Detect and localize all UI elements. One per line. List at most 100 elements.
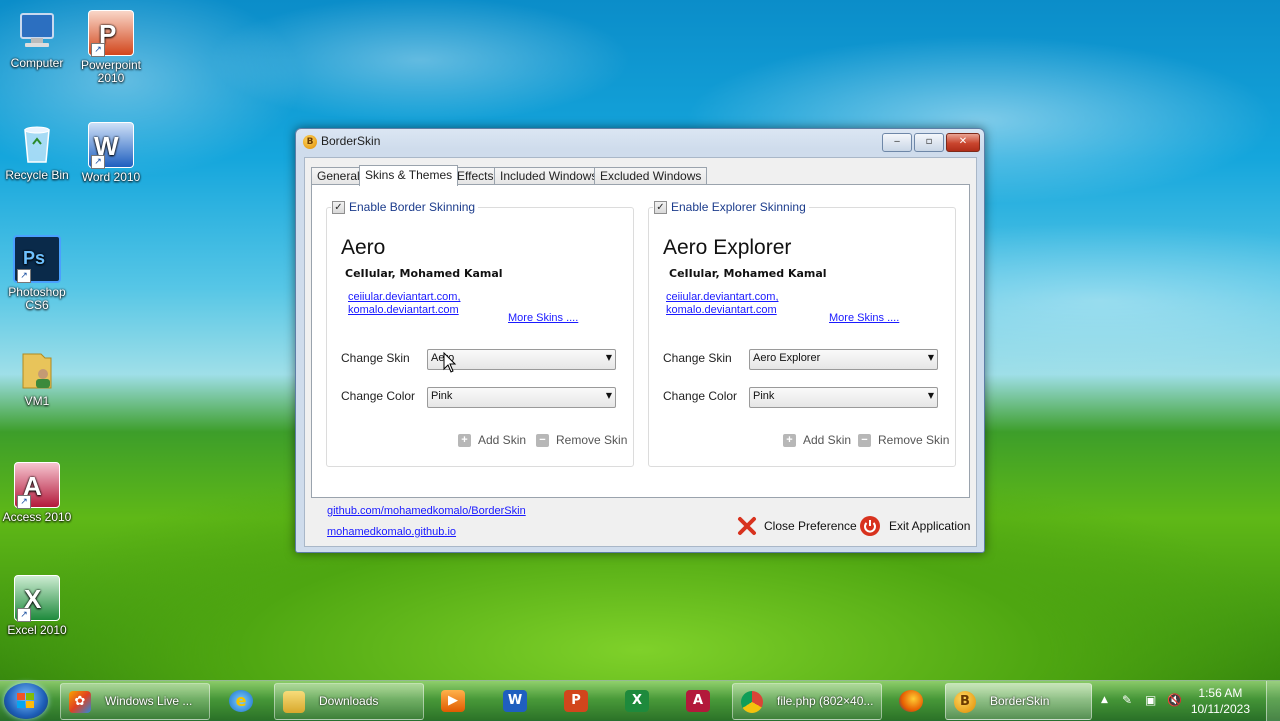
desktop-icon-computer[interactable]: Computer — [1, 10, 73, 70]
border-add-skin-label: Add Skin — [478, 433, 527, 447]
taskbar-word[interactable]: W — [487, 683, 543, 718]
border-change-color-select[interactable]: Pink ▼ — [427, 387, 616, 408]
enable-border-skinning-label: Enable Border Skinning — [349, 200, 476, 214]
taskbar-media-player[interactable]: ▶ — [425, 683, 481, 718]
explorer-change-color-label: Change Color — [663, 389, 738, 403]
border-author-link-1[interactable]: ceiiular.deviantart.com, — [348, 291, 461, 304]
close-preference-button[interactable]: Close Preference — [736, 515, 857, 537]
tab-general[interactable]: General — [311, 167, 366, 185]
folder-user-icon — [15, 348, 59, 392]
pen-icon[interactable]: ✎ — [1122, 693, 1132, 707]
enable-explorer-skinning-checkbox[interactable]: ✓ — [654, 200, 667, 214]
plus-icon: + — [783, 433, 796, 447]
desktop-icon-access[interactable]: A ↗ Access 2010 — [1, 462, 73, 524]
volume-muted-icon[interactable]: 🔇 — [1167, 693, 1182, 707]
website-link[interactable]: mohamedkomalo.github.io — [327, 526, 456, 538]
desktop-icon-powerpoint[interactable]: P ↗ Powerpoint 2010 — [75, 10, 147, 85]
explorer-author-link-1[interactable]: ceiiular.deviantart.com, — [666, 291, 779, 304]
taskbar-internet-explorer[interactable]: e — [213, 683, 269, 718]
photoshop-icon: Ps ↗ — [13, 235, 61, 283]
explorer-change-color-select[interactable]: Pink ▼ — [749, 387, 938, 408]
border-add-skin-button[interactable]: + Add Skin — [458, 433, 526, 447]
taskbar-windows-live[interactable]: ✿ Windows Live ... — [60, 683, 210, 720]
taskbar-downloads-label: Downloads — [319, 694, 379, 708]
system-clock[interactable]: 1:56 AM 10/11/2023 — [1191, 685, 1250, 717]
start-button[interactable] — [4, 683, 48, 719]
taskbar-access[interactable]: A — [670, 683, 726, 718]
border-skin-author: CeIIular, Mohamed Kamal — [345, 267, 503, 280]
taskbar-downloads[interactable]: Downloads — [274, 683, 424, 720]
red-x-icon — [738, 517, 756, 535]
firefox-icon — [899, 690, 923, 712]
explorer-more-skins-link[interactable]: More Skins .... — [829, 312, 899, 325]
svg-text:Ps: Ps — [23, 248, 45, 268]
windows-live-icon: ✿ — [69, 691, 91, 713]
show-desktop-button[interactable] — [1266, 681, 1280, 721]
skins-themes-page: ✓ Enable Border Skinning Aero CeIIular, … — [311, 184, 970, 498]
powerpoint-icon: P ↗ — [88, 10, 134, 57]
border-author-link-2[interactable]: komalo.deviantart.com — [348, 304, 459, 317]
tab-skins-themes[interactable]: Skins & Themes — [359, 165, 459, 186]
border-remove-skin-button[interactable]: − Remove Skin — [536, 433, 627, 447]
github-link[interactable]: github.com/mohamedkomalo/BorderSkin — [327, 505, 526, 517]
explorer-author-link-2[interactable]: komalo.deviantart.com — [666, 304, 777, 317]
minimize-button[interactable]: ‒ — [882, 133, 912, 152]
taskbar-borderskin[interactable]: B BorderSkin — [945, 683, 1092, 720]
maximize-button[interactable]: ▫ — [914, 133, 944, 152]
desktop-icon-label: Photoshop CS6 — [8, 285, 66, 312]
explorer-skinning-group: ✓ Enable Explorer Skinning Aero Explorer… — [648, 200, 956, 467]
tab-effects[interactable]: Effects — [451, 167, 500, 185]
explorer-change-skin-select[interactable]: Aero Explorer ▼ — [749, 349, 938, 370]
exit-application-button[interactable]: Exit Application — [859, 515, 970, 537]
powerpoint-icon: P — [564, 690, 588, 712]
shortcut-arrow-icon: ↗ — [91, 43, 105, 57]
border-change-color-value: Pink — [431, 390, 453, 402]
explorer-skin-author: CeIIular, Mohamed Kamal — [669, 267, 827, 280]
window-title: BorderSkin — [321, 134, 381, 148]
border-change-color-label: Change Color — [341, 389, 416, 403]
desktop-icon-label: Powerpoint 2010 — [80, 58, 142, 85]
desktop-icon-excel[interactable]: X ↗ Excel 2010 — [1, 575, 73, 637]
explorer-remove-skin-label: Remove Skin — [878, 433, 950, 447]
word-icon: W — [503, 690, 527, 712]
windows-logo-icon — [17, 693, 34, 708]
word-icon: W ↗ — [88, 122, 134, 169]
close-button[interactable]: ✕ — [946, 133, 980, 152]
taskbar: ✿ Windows Live ... e Downloads ▶ W P X A… — [0, 680, 1280, 721]
tab-excluded-windows[interactable]: Excluded Windows — [594, 167, 708, 185]
border-skinning-group: ✓ Enable Border Skinning Aero CeIIular, … — [326, 200, 634, 467]
taskbar-chrome[interactable]: file.php (802×40... — [732, 683, 882, 720]
desktop-icon-recycle-bin[interactable]: Recycle Bin — [1, 122, 73, 182]
border-more-skins-link[interactable]: More Skins .... — [508, 312, 578, 325]
desktop-icon-word[interactable]: W ↗ Word 2010 — [75, 122, 147, 184]
access-icon: A ↗ — [14, 462, 60, 509]
show-hidden-icons-icon[interactable]: ▲ — [1101, 695, 1108, 705]
taskbar-powerpoint[interactable]: P — [548, 683, 604, 718]
dropdown-arrow-icon: ▼ — [605, 391, 612, 400]
borderskin-window: B BorderSkin ‒ ▫ ✕ General Skins & Theme… — [295, 128, 985, 553]
shortcut-arrow-icon: ↗ — [17, 495, 31, 509]
explorer-change-skin-label: Change Skin — [663, 351, 732, 365]
dropdown-arrow-icon: ▼ — [927, 391, 934, 400]
explorer-remove-skin-button[interactable]: − Remove Skin — [858, 433, 949, 447]
window-titlebar[interactable]: B BorderSkin ‒ ▫ ✕ — [296, 129, 984, 155]
explorer-change-color-value: Pink — [753, 390, 775, 402]
taskbar-firefox[interactable] — [883, 683, 939, 718]
explorer-add-skin-button[interactable]: + Add Skin — [783, 433, 851, 447]
enable-border-skinning-checkbox[interactable]: ✓ — [332, 200, 345, 214]
taskbar-excel[interactable]: X — [609, 683, 665, 718]
border-skin-name: Aero — [341, 236, 386, 259]
border-remove-skin-label: Remove Skin — [556, 433, 628, 447]
recycle-bin-icon — [15, 122, 59, 166]
desktop-icon-photoshop[interactable]: Ps ↗ Photoshop CS6 — [1, 235, 73, 312]
taskbar-chrome-label: file.php (802×40... — [777, 694, 874, 708]
explorer-change-skin-value: Aero Explorer — [753, 352, 821, 364]
network-icon[interactable]: ▣ — [1145, 693, 1156, 707]
explorer-skinning-header: ✓ Enable Explorer Skinning — [653, 200, 809, 214]
clock-time: 1:56 AM — [1198, 686, 1243, 700]
desktop-icon-vm1[interactable]: VM1 — [1, 348, 73, 408]
access-icon: A — [686, 690, 710, 712]
border-change-skin-label: Change Skin — [341, 351, 410, 365]
tab-included-windows[interactable]: Included Windows — [494, 167, 604, 185]
clock-date: 10/11/2023 — [1190, 702, 1250, 716]
